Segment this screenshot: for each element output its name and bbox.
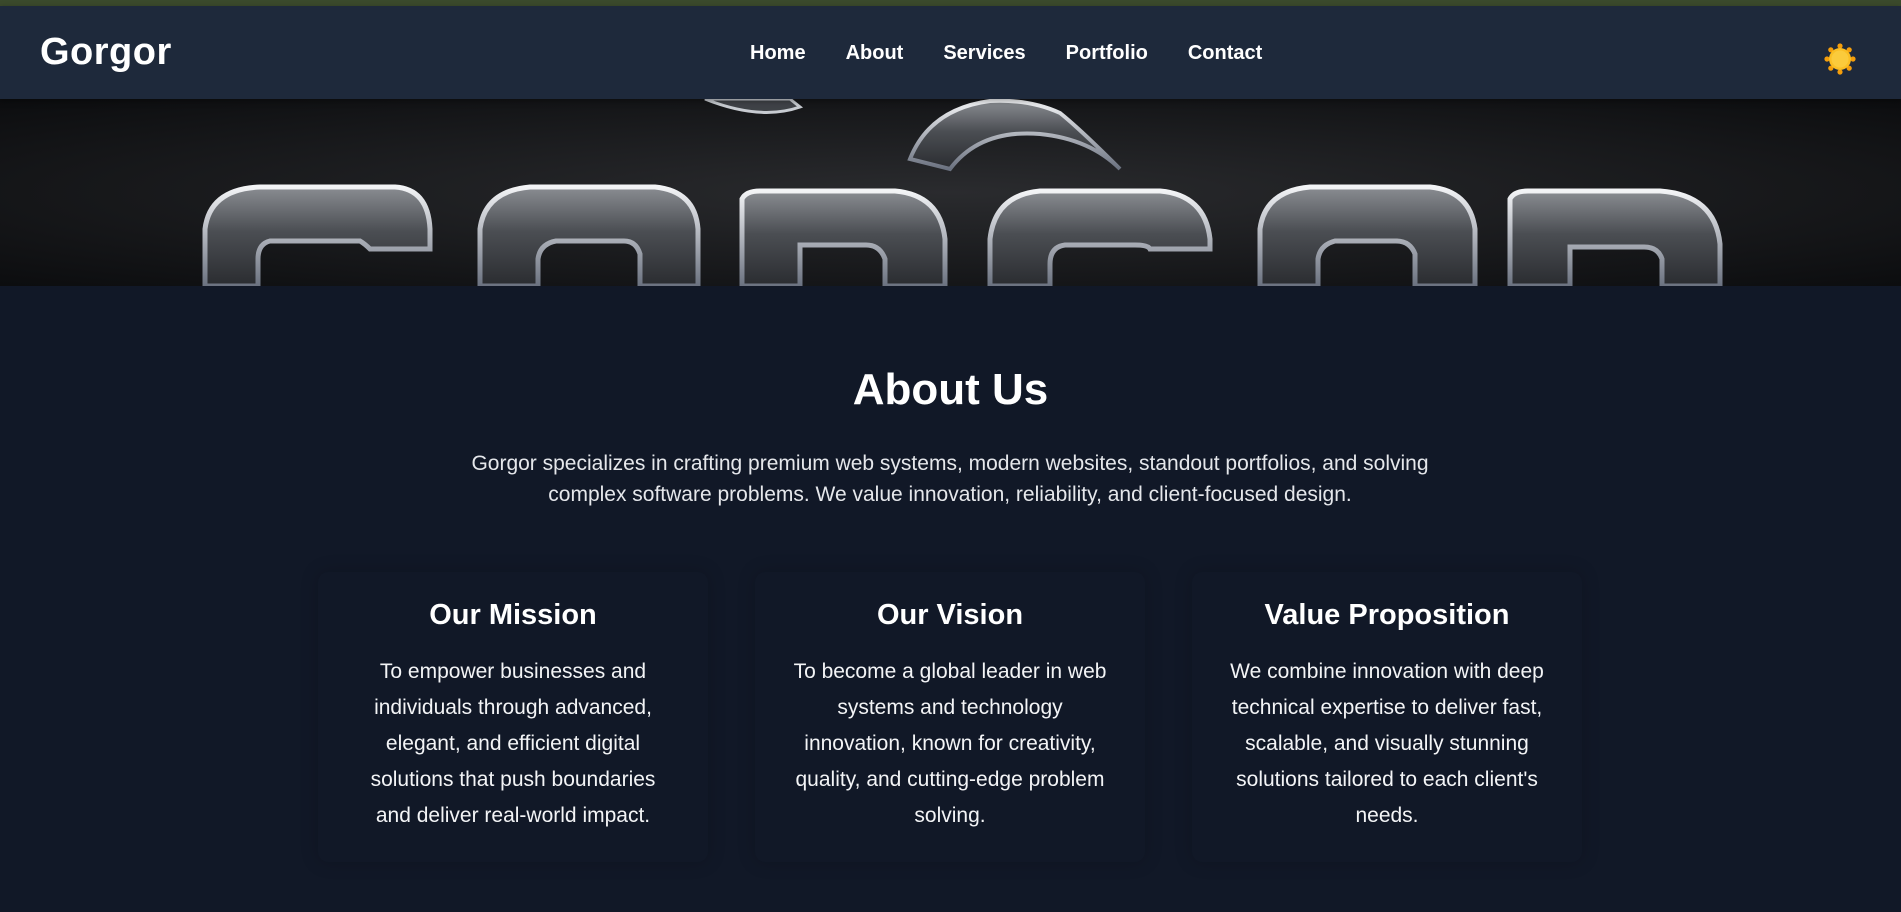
about-section: About Us Gorgor specializes in crafting …	[0, 286, 1901, 912]
card-title: Value Proposition	[1264, 599, 1510, 631]
value-proposition-card: Value Proposition We combine innovation …	[1192, 572, 1582, 862]
nav-link-portfolio[interactable]: Portfolio	[1066, 43, 1148, 63]
nav-link-contact[interactable]: Contact	[1188, 43, 1262, 63]
about-description: Gorgor specializes in crafting premium w…	[471, 452, 1429, 506]
nav-links: Home About Services Portfolio Contact	[750, 43, 1262, 63]
card-title: Our Mission	[429, 599, 597, 631]
hero-logo-image	[0, 99, 1901, 286]
nav-link-about[interactable]: About	[846, 43, 904, 63]
vision-card: Our Vision To become a global leader in …	[755, 572, 1145, 862]
card-title: Our Vision	[876, 599, 1024, 631]
mission-card: Our Mission To empower businesses and in…	[318, 572, 708, 862]
about-title: About Us	[852, 365, 1049, 414]
card-text: We combine innovation with deep technica…	[1230, 660, 1544, 827]
theme-toggle-button[interactable]	[1823, 42, 1857, 76]
hero-banner	[0, 99, 1901, 286]
brand-logo[interactable]: Gorgor	[40, 30, 172, 76]
navbar: Gorgor Home About Services Portfolio Con…	[0, 6, 1901, 99]
nav-link-home[interactable]: Home	[750, 43, 806, 63]
nav-link-services[interactable]: Services	[943, 43, 1025, 63]
sun-icon	[1824, 43, 1856, 75]
card-text: To empower businesses and individuals th…	[370, 660, 656, 827]
card-text: To become a global leader in web systems…	[793, 660, 1107, 827]
